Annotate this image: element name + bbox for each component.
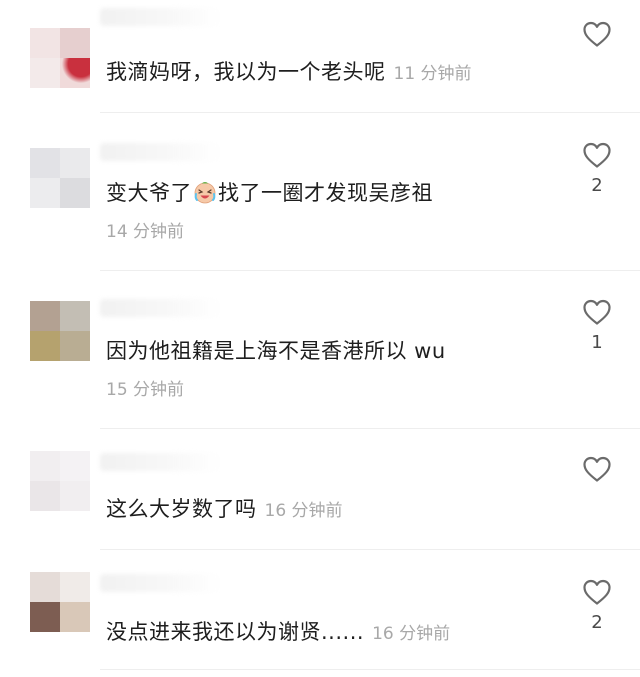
heart-icon [583, 142, 611, 168]
avatar-tile [30, 451, 60, 481]
avatar-tile [60, 148, 90, 178]
comment-item: 因为他祖籍是上海不是香港所以 wu 15 分钟前 1 [0, 271, 640, 428]
avatar-tile [60, 451, 90, 481]
like-count: 2 [591, 175, 603, 196]
username-blurred[interactable] [100, 8, 220, 26]
username-blurred[interactable] [100, 453, 220, 471]
avatar-tile [30, 148, 60, 178]
avatar-tile [60, 602, 90, 632]
avatar-tile [30, 178, 60, 208]
comment-time: 16 分钟前 [264, 501, 343, 521]
heart-icon [583, 299, 611, 325]
comment-time: 15 分钟前 [106, 380, 185, 400]
divider [100, 669, 640, 670]
avatar-tile [60, 572, 90, 602]
like-count: 2 [591, 612, 603, 633]
comment-text: 没点进来我还以为谢贤...... 16 分钟前 [106, 616, 560, 646]
comment-time: 11 分钟前 [393, 64, 472, 84]
comment-time: 14 分钟前 [106, 222, 185, 242]
avatar[interactable] [30, 28, 90, 88]
comment-body: 我滴妈呀，我以为一个老头呢 [106, 60, 386, 84]
avatar[interactable] [30, 148, 90, 208]
username-blurred[interactable] [100, 299, 220, 317]
comment-item: 这么大岁数了吗 16 分钟前 [0, 429, 640, 549]
avatar-tile [60, 301, 90, 331]
like-button[interactable]: 2 [580, 141, 614, 196]
avatar-tile [30, 58, 60, 88]
heart-icon [583, 579, 611, 605]
username-blurred[interactable] [100, 574, 220, 592]
like-count: 1 [591, 332, 603, 353]
avatar[interactable] [30, 451, 90, 511]
like-button[interactable] [580, 20, 614, 54]
comment-body: 因为他祖籍是上海不是香港所以 wu [106, 339, 446, 363]
comment-item: 我滴妈呀，我以为一个老头呢 11 分钟前 [0, 0, 640, 112]
avatar-tile [60, 481, 90, 511]
comment-body-end: 找了一圈才发现吴彦祖 [218, 181, 433, 205]
crying-laughing-face-emoji [194, 182, 216, 204]
avatar-tile [30, 572, 60, 602]
comment-time: 16 分钟前 [372, 624, 451, 644]
comment-body: 没点进来我还以为谢贤...... [106, 620, 365, 644]
avatar-tile [30, 28, 60, 58]
comment-text: 我滴妈呀，我以为一个老头呢 11 分钟前 [106, 56, 560, 86]
avatar-tile [30, 301, 60, 331]
comment-text: 因为他祖籍是上海不是香港所以 wu [106, 335, 560, 365]
avatar-tile [60, 28, 90, 58]
avatar-tile [30, 331, 60, 361]
avatar[interactable] [30, 301, 90, 361]
comment-text: 变大爷了 找了一圈才发现吴彦祖 [106, 177, 560, 207]
comment-item: 变大爷了 找了一圈才发现吴彦祖 14 分钟前 2 [0, 113, 640, 270]
like-button[interactable] [580, 455, 614, 489]
username-blurred[interactable] [100, 143, 220, 161]
like-button[interactable]: 1 [580, 298, 614, 353]
comment-item: 没点进来我还以为谢贤...... 16 分钟前 2 [0, 550, 640, 677]
heart-icon [583, 21, 611, 47]
comment-body-start: 变大爷了 [106, 181, 192, 205]
comment-text: 这么大岁数了吗 16 分钟前 [106, 493, 560, 523]
like-button[interactable]: 2 [580, 578, 614, 633]
avatar-tile [60, 331, 90, 361]
avatar-tile [60, 58, 90, 88]
avatar-tile [30, 602, 60, 632]
avatar[interactable] [30, 572, 90, 632]
comment-body: 这么大岁数了吗 [106, 497, 257, 521]
avatar-tile [30, 481, 60, 511]
heart-icon [583, 456, 611, 482]
avatar-tile [60, 178, 90, 208]
